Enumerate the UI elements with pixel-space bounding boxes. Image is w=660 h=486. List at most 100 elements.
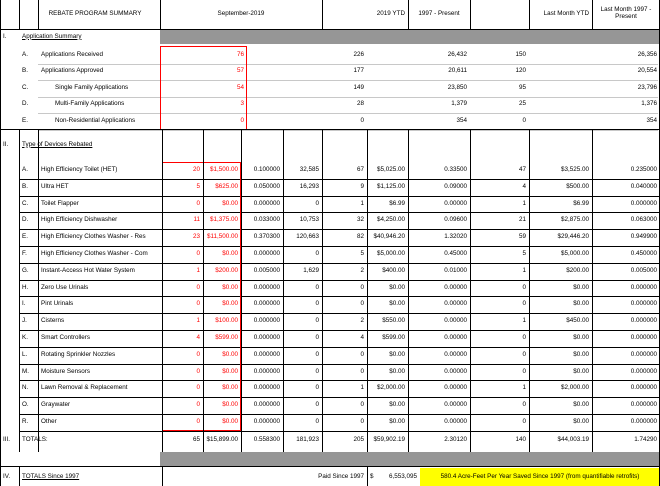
total-last-ytd-paid: $44,003.19: [557, 436, 589, 444]
estimated-af: 0.000000: [253, 250, 280, 258]
last-ytd-count: 0: [522, 116, 526, 124]
grid-line: [162, 466, 163, 486]
ytd-number: 0: [360, 300, 364, 308]
last-ytd-paid: $450.00: [566, 317, 589, 325]
ytd-number: 5: [360, 250, 364, 258]
ytd-paid: $40,946.20: [373, 233, 405, 241]
gallons-saved: 120,663: [296, 233, 319, 241]
ytd-af: 0.09000: [444, 182, 467, 190]
ytd-paid: $0.00: [389, 350, 405, 358]
last-ytd-number: 1: [522, 266, 526, 274]
last-ytd-number: 59: [518, 233, 526, 241]
row-letter: B.: [22, 67, 28, 75]
grid-line: [19, 0, 20, 30]
estimated-af: 0.000000: [253, 334, 280, 342]
row-letter: D.: [22, 216, 29, 224]
last-ytd-af: 0.000000: [630, 367, 657, 375]
ytd-af: 0.00000: [444, 418, 467, 426]
last-ytd-af: 0.000000: [630, 384, 657, 392]
grid-line: [283, 130, 284, 452]
last-ytd-af: 0.040000: [630, 182, 657, 190]
last-ytd-paid: $0.00: [573, 418, 589, 426]
ytd-paid: $0.00: [389, 401, 405, 409]
device-type-label: Cisterns: [41, 317, 65, 325]
row-letter: D.: [22, 100, 29, 108]
estimated-af: 0.050000: [253, 182, 280, 190]
ytd-number: 0: [360, 350, 364, 358]
grid-line: [322, 0, 323, 30]
estimated-af: 0.100000: [253, 166, 280, 174]
last-ytd-number: 1: [522, 317, 526, 325]
last-ytd-count: 95: [518, 83, 526, 91]
estimated-af: 0.000000: [253, 317, 280, 325]
last-ytd-paid: $200.00: [566, 266, 589, 274]
grid-line: [0, 29, 660, 30]
grid-line: [38, 0, 39, 30]
rebate-summary-sheet: REBATE PROGRAM SUMMARY September-2019 2019…: [0, 0, 660, 486]
device-type-label: Pint Urinals: [41, 300, 74, 308]
last-ytd-number: 5: [522, 250, 526, 258]
application-label: Single Family Applications: [55, 83, 129, 91]
ytd-number: 2: [360, 266, 364, 274]
ytd-number: 4: [360, 334, 364, 342]
last-ytd-number: 47: [518, 166, 526, 174]
last-ytd-paid: $0.00: [573, 401, 589, 409]
last-ytd-number: 1: [522, 199, 526, 207]
ytd-paid: $1,125.00: [376, 182, 405, 190]
last-ytd-number: 0: [522, 300, 526, 308]
ytd-count: 149: [353, 83, 364, 91]
last-ytd-paid: $0.00: [573, 300, 589, 308]
grid-line: [592, 130, 593, 452]
ytd-paid: $5,025.00: [376, 166, 405, 174]
last-ytd-number-header: Last Month YTD Number: [476, 137, 523, 151]
last-ytd-paid: $3,525.00: [560, 166, 589, 174]
acre-feet-saved-note: 580.4 Acre-Feet Per Year Saved Since 199…: [420, 468, 660, 486]
ytd-number: 9: [360, 182, 364, 190]
grid-line: [408, 0, 409, 30]
section-numeral: IV.: [3, 472, 11, 480]
application-label: Multi-Family Applications: [55, 100, 125, 108]
grid-line: [19, 466, 20, 486]
grid-line: [367, 466, 368, 486]
row-letter: C.: [22, 83, 29, 91]
row-letter: M.: [22, 367, 29, 375]
ytd-number: 0: [360, 283, 364, 291]
last-1997-count: 1,376: [641, 100, 657, 108]
last-ytd-paid: $0.00: [573, 334, 589, 342]
row-letter: L.: [22, 350, 28, 358]
count-1997: 26,432: [447, 50, 467, 58]
section-numeral: III.: [3, 436, 10, 444]
estimated-af: 0.000000: [253, 283, 280, 291]
application-label: Non-Residential Applications: [55, 116, 136, 124]
last-ytd-count: 120: [515, 67, 526, 75]
last-ytd-number: 21: [518, 216, 526, 224]
gallons-saved: 0: [315, 334, 319, 342]
gallons-saved: 16,293: [299, 182, 319, 190]
total-estimated-af: 0.558300: [253, 436, 280, 444]
ytd-paid: $5,000.00: [376, 250, 405, 258]
row-letter: E.: [22, 116, 28, 124]
last-ytd-af: 0.949900: [630, 233, 657, 241]
col-last-ytd-header: Last Month YTD: [543, 9, 589, 17]
section-numeral: II.: [3, 140, 9, 148]
row-letter: O.: [22, 401, 29, 409]
ytd-paid: $0.00: [389, 367, 405, 375]
last-ytd-paid: $0.00: [573, 350, 589, 358]
grid-line: [203, 130, 204, 452]
row-letter: J.: [22, 317, 27, 325]
count-1997: 20,611: [448, 67, 467, 75]
ytd-number: 0: [360, 418, 364, 426]
last-ytd-number: 0: [522, 334, 526, 342]
highlight-box: [160, 46, 247, 130]
ytd-count: 28: [356, 100, 364, 108]
ytd-count: 226: [353, 50, 364, 58]
ytd-af: 0.45000: [444, 250, 467, 258]
grid-line: [38, 130, 39, 452]
